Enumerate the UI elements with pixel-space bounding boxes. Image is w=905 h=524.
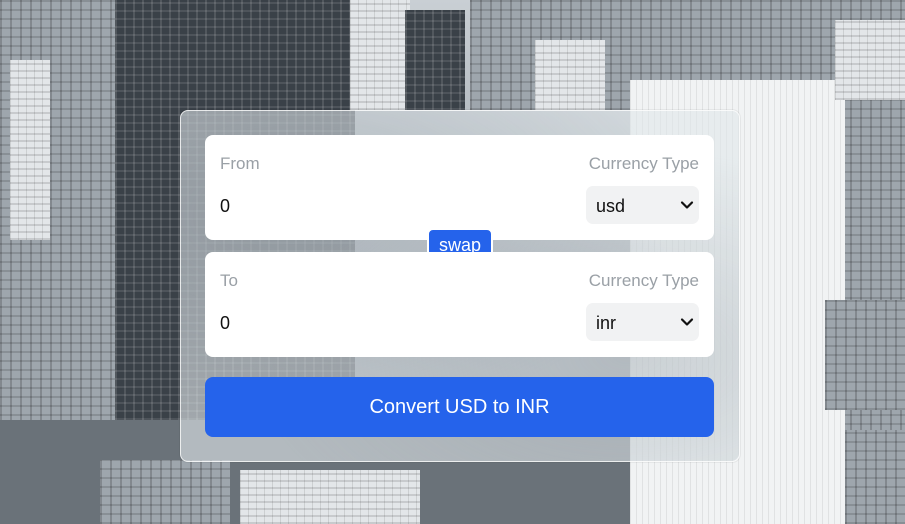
to-label: To: [220, 271, 238, 290]
to-currency-type-label: Currency Type: [588, 271, 699, 290]
converter-card: From Currency Type usd swap To Currency …: [180, 110, 740, 462]
to-panel: To Currency Type inr: [205, 252, 714, 357]
from-amount-input[interactable]: [220, 193, 520, 219]
from-label: From: [220, 154, 260, 173]
chevron-down-icon: [680, 318, 694, 326]
from-currency-select[interactable]: usd: [586, 186, 699, 224]
from-panel: From Currency Type usd: [205, 135, 714, 240]
from-currency-value: usd: [596, 196, 626, 216]
from-currency-type-label: Currency Type: [588, 154, 699, 173]
chevron-down-icon: [680, 201, 694, 209]
to-currency-value: inr: [596, 313, 617, 333]
to-currency-select[interactable]: inr: [586, 303, 699, 341]
convert-button[interactable]: Convert USD to INR: [205, 377, 714, 437]
to-amount-input[interactable]: [220, 310, 520, 336]
